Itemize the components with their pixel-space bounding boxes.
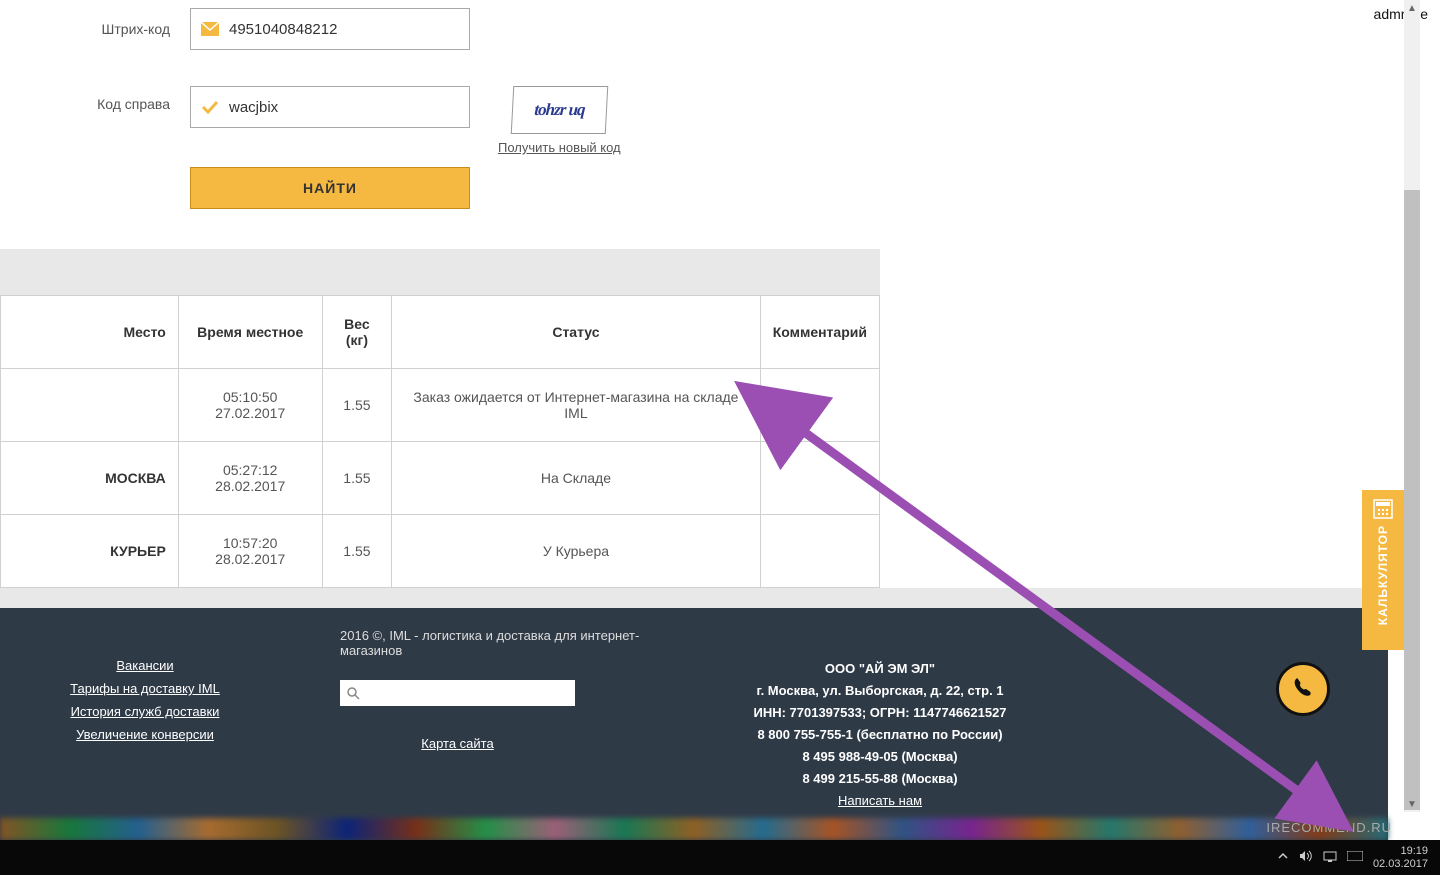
sitemap-link[interactable]: Карта сайта: [340, 736, 575, 751]
th-status: Статус: [392, 296, 760, 369]
barcode-input-wrap[interactable]: [190, 8, 470, 50]
separator-strip: [0, 249, 880, 295]
cell-comment: [760, 369, 879, 442]
company-name: ООО "АЙ ЭМ ЭЛ": [720, 658, 1040, 680]
footer-link-jobs[interactable]: Вакансии: [116, 658, 173, 673]
table-row: КУРЬЕР 10:57:20 28.02.2017 1.55 У Курьер…: [1, 515, 880, 588]
tray-icons: [1277, 850, 1363, 865]
th-weight: Вес (кг): [322, 296, 392, 369]
cell-status: На Складе: [392, 442, 760, 515]
tray-time: 19:19: [1373, 845, 1428, 858]
th-time: Время местное: [178, 296, 322, 369]
footer-search[interactable]: [340, 680, 575, 706]
cell-comment: [760, 515, 879, 588]
scroll-down-icon[interactable]: ▼: [1404, 796, 1420, 812]
search-icon: [346, 686, 360, 700]
check-icon: [201, 100, 219, 114]
find-button[interactable]: НАЙТИ: [190, 167, 470, 209]
footer-copyright: 2016 ©, IML - логистика и доставка для и…: [340, 628, 640, 680]
separator-strip: [0, 588, 1388, 608]
windows-taskbar[interactable]: 19:19 02.03.2017: [0, 840, 1440, 875]
cell-weight: 1.55: [322, 515, 392, 588]
tray-chevron-up-icon[interactable]: [1277, 850, 1289, 865]
captcha-input-wrap[interactable]: [190, 86, 470, 128]
cell-status: Заказ ожидается от Интернет-магазина на …: [392, 369, 760, 442]
tracking-form-panel: Штрих-код Код справа tohzr uq Получить н…: [0, 0, 880, 249]
th-place: Место: [1, 296, 179, 369]
footer-search-input[interactable]: [360, 686, 569, 700]
tray-network-icon[interactable]: [1323, 850, 1337, 865]
footer-link-history[interactable]: История служб доставки: [71, 704, 220, 719]
barcode-label: Штрих-код: [0, 21, 190, 37]
cell-comment: [760, 442, 879, 515]
cell-time: 10:57:20 28.02.2017: [178, 515, 322, 588]
footer-links: Вакансии Тарифы на доставку IML История …: [30, 628, 260, 812]
phone-msk2: 8 499 215-55-88 (Москва): [720, 768, 1040, 790]
cell-place: [1, 369, 179, 442]
captcha-refresh-link[interactable]: Получить новый код: [498, 140, 621, 155]
tray-keyboard-icon[interactable]: [1347, 851, 1363, 864]
cell-time: 05:27:12 28.02.2017: [178, 442, 322, 515]
phone-free: 8 800 755-755-1 (бесплатно по России): [720, 724, 1040, 746]
tray-date: 02.03.2017: [1373, 858, 1428, 871]
captcha-label: Код справа: [0, 86, 190, 112]
company-inn: ИНН: 7701397533; ОГРН: 1147746621527: [720, 702, 1040, 724]
calculator-icon: [1372, 498, 1394, 525]
phone-button[interactable]: [1276, 662, 1330, 716]
captcha-input[interactable]: [229, 99, 459, 116]
calculator-label: КАЛЬКУЛЯТОР: [1376, 525, 1390, 625]
cell-time: 05:10:50 27.02.2017: [178, 369, 322, 442]
page-footer: Вакансии Тарифы на доставку IML История …: [0, 608, 1388, 853]
cell-status: У Курьера: [392, 515, 760, 588]
footer-link-tariffs[interactable]: Тарифы на доставку IML: [70, 681, 220, 696]
mail-icon: [201, 22, 219, 36]
th-comment: Комментарий: [760, 296, 879, 369]
cell-weight: 1.55: [322, 442, 392, 515]
vertical-scrollbar[interactable]: ▲ ▼: [1404, 0, 1420, 812]
taskbar-blur-strip: [0, 818, 1388, 840]
cell-place: КУРЬЕР: [1, 515, 179, 588]
write-us-link[interactable]: Написать нам: [838, 793, 922, 808]
footer-address: ООО "АЙ ЭМ ЭЛ" г. Москва, ул. Выборгская…: [720, 628, 1040, 812]
cell-weight: 1.55: [322, 369, 392, 442]
phone-msk1: 8 495 988-49-05 (Москва): [720, 746, 1040, 768]
company-address: г. Москва, ул. Выборгская, д. 22, стр. 1: [720, 680, 1040, 702]
watermark: IRECOMMEND.RU: [1266, 820, 1392, 835]
table-row: 05:10:50 27.02.2017 1.55 Заказ ожидается…: [1, 369, 880, 442]
table-row: МОСКВА 05:27:12 28.02.2017 1.55 На Склад…: [1, 442, 880, 515]
scrollbar-thumb[interactable]: [1404, 190, 1420, 810]
scroll-up-icon[interactable]: ▲: [1404, 0, 1420, 16]
cell-place: МОСКВА: [1, 442, 179, 515]
tray-volume-icon[interactable]: [1299, 850, 1313, 865]
tracking-table: Место Время местное Вес (кг) Статус Комм…: [0, 295, 880, 588]
captcha-image: tohzr uq: [511, 86, 609, 134]
tray-clock[interactable]: 19:19 02.03.2017: [1373, 845, 1428, 871]
calculator-tab[interactable]: КАЛЬКУЛЯТОР: [1362, 490, 1404, 650]
footer-link-conversion[interactable]: Увеличение конверсии: [76, 727, 214, 742]
barcode-input[interactable]: [229, 21, 459, 38]
phone-icon: [1290, 676, 1316, 702]
